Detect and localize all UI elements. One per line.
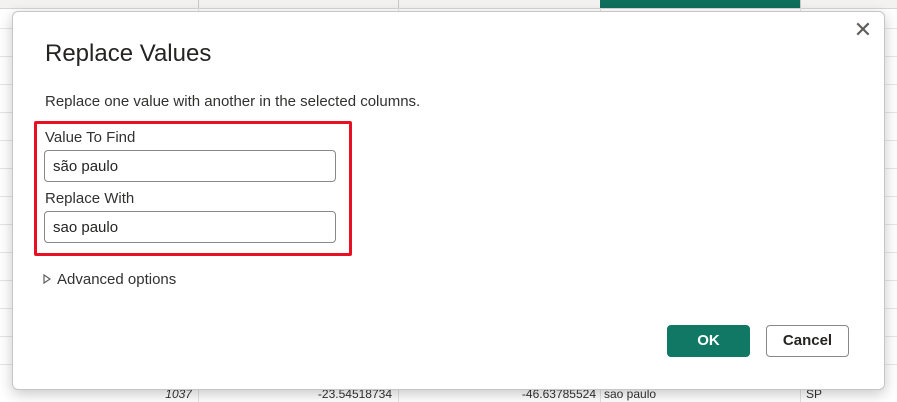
replace-with-label: Replace With	[45, 190, 135, 207]
value-to-find-label: Value To Find	[45, 129, 136, 146]
advanced-options-toggle[interactable]: Advanced options	[43, 271, 176, 288]
column-separator	[398, 0, 399, 8]
replace-with-input[interactable]	[44, 211, 336, 243]
close-icon[interactable]: ✕	[852, 19, 874, 42]
ok-button[interactable]: OK	[667, 325, 750, 357]
selected-column-header[interactable]	[600, 0, 800, 8]
dialog-title: Replace Values	[45, 40, 212, 67]
dialog-description: Replace one value with another in the se…	[45, 93, 421, 110]
column-separator	[800, 0, 801, 8]
column-separator	[198, 0, 199, 8]
replace-values-dialog: ✕ Replace Values Replace one value with …	[12, 11, 885, 390]
value-to-find-input[interactable]	[44, 150, 336, 182]
cancel-button[interactable]: Cancel	[766, 325, 849, 357]
caret-right-icon	[43, 273, 52, 286]
advanced-options-label: Advanced options	[57, 271, 177, 288]
